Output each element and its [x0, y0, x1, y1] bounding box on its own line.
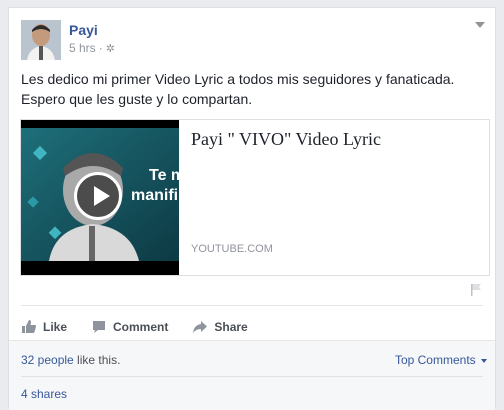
flag-icon[interactable]: [471, 284, 481, 296]
like-label: Like: [43, 320, 68, 334]
meta-separator: ·: [98, 41, 103, 55]
comment-icon: [93, 321, 106, 333]
top-comments-label: Top Comments: [394, 353, 476, 367]
avatar[interactable]: [21, 20, 61, 60]
share-label: Share: [214, 320, 248, 334]
divider: [21, 376, 483, 377]
caret-down-icon: [481, 358, 487, 363]
thumbs-up-icon: [22, 320, 36, 333]
likes-people-link[interactable]: 32 people: [21, 353, 74, 367]
link-preview[interactable]: Te m manifi Payi " VIVO" Video Lyric YOU…: [20, 119, 490, 276]
divider: [21, 305, 483, 306]
comment-label: Comment: [113, 320, 169, 334]
top-comments-dropdown[interactable]: Top Comments: [395, 353, 487, 367]
likes-suffix: like this.: [73, 353, 121, 367]
play-icon[interactable]: [74, 172, 122, 220]
gear-icon[interactable]: ✲: [106, 42, 115, 55]
link-title[interactable]: Payi " VIVO" Video Lyric: [191, 129, 381, 150]
shares-link[interactable]: 4 shares: [21, 387, 67, 401]
post-text: Les dedico mi primer Video Lyric a todos…: [21, 71, 455, 107]
link-domain: YOUTUBE.COM: [191, 243, 273, 255]
like-button[interactable]: Like: [21, 319, 67, 335]
svg-text:manifi: manifi: [131, 187, 178, 204]
post-card: Payi 5 hrs · ✲ Les dedico mi primer Vide…: [8, 7, 496, 410]
likes-summary: 32 people like this.: [21, 353, 120, 367]
post-options-chevron-icon[interactable]: [475, 22, 485, 28]
post-meta: 5 hrs · ✲: [69, 41, 115, 55]
svg-text:Te m: Te m: [149, 167, 179, 184]
share-arrow-icon: [193, 321, 208, 333]
post-footer: 32 people like this. Top Comments 4 shar…: [9, 340, 495, 410]
comment-button[interactable]: Comment: [91, 319, 168, 335]
share-button[interactable]: Share: [192, 319, 248, 335]
video-thumbnail[interactable]: Te m manifi: [21, 120, 179, 275]
action-bar: Like Comment Share: [21, 314, 272, 340]
post-author[interactable]: Payi: [69, 22, 98, 38]
post-time[interactable]: 5 hrs: [69, 41, 96, 55]
